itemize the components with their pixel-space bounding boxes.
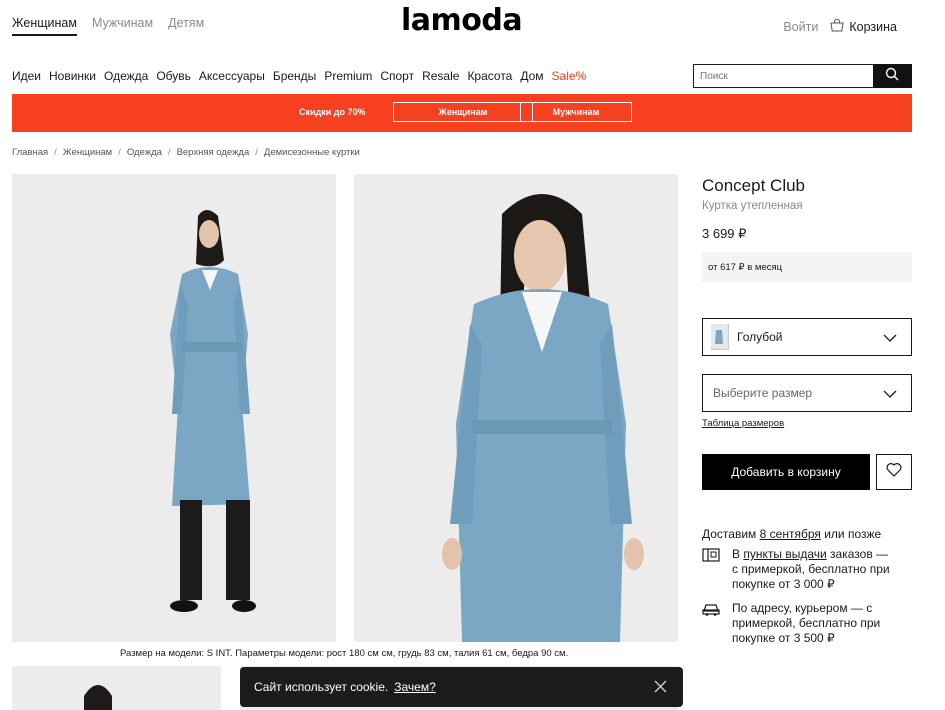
cookie-why-link[interactable]: Зачем? <box>394 680 436 694</box>
product-type: Куртка утепленная <box>702 200 803 212</box>
size-select-placeholder: Выберите размер <box>713 386 813 400</box>
logo[interactable]: lamoda <box>401 3 523 38</box>
nav-item-shoes[interactable]: Обувь <box>156 69 191 83</box>
nav-item-sale[interactable]: Sale% <box>552 69 587 83</box>
product-brand[interactable]: Concept Club <box>702 176 805 196</box>
nav-item-new[interactable]: Новинки <box>49 69 96 83</box>
user-links: Войти Корзина <box>783 18 897 35</box>
breadcrumb-home[interactable]: Главная <box>12 147 48 158</box>
pickup-points-link[interactable]: пункты выдачи <box>743 547 826 561</box>
delivery-date-link[interactable]: 8 сентября <box>760 527 821 541</box>
delivery-date: Доставим 8 сентября или позже <box>702 527 881 541</box>
delivery-courier: По адресу, курьером — с примеркой, беспл… <box>702 601 897 646</box>
login-link[interactable]: Войти <box>783 20 818 34</box>
breadcrumb-jackets[interactable]: Демисезонные куртки <box>264 147 360 158</box>
tab-kids[interactable]: Детям <box>168 16 204 36</box>
nav-item-premium[interactable]: Premium <box>324 69 372 83</box>
nav-item-home[interactable]: Дом <box>520 69 543 83</box>
product-price: 3 699 ₽ <box>702 226 747 241</box>
promo-men-button[interactable]: Мужчинам <box>520 102 632 122</box>
search-bar <box>693 64 912 88</box>
chevron-down-icon <box>883 331 897 345</box>
courier-car-icon <box>702 602 720 616</box>
size-table-link[interactable]: Таблица размеров <box>702 418 784 429</box>
pickup-point-icon <box>702 548 720 562</box>
product-photo-closeup[interactable] <box>354 174 678 642</box>
color-select-value: Голубой <box>737 330 783 344</box>
model-size-note: Размер на модели: S INT. Параметры модел… <box>120 648 569 659</box>
chevron-down-icon <box>883 387 897 401</box>
size-select[interactable]: Выберите размер <box>702 374 912 412</box>
breadcrumb-separator: / <box>54 147 57 158</box>
cart-link[interactable]: Корзина <box>830 18 897 35</box>
nav-item-resale[interactable]: Resale <box>422 69 459 83</box>
add-to-cart-button[interactable]: Добавить в корзину <box>702 454 870 490</box>
color-swatch-thumbnail <box>711 324 729 350</box>
product-photo-full[interactable] <box>12 174 336 642</box>
search-icon <box>885 67 899 86</box>
promo-women-button[interactable]: Женщинам <box>393 102 533 122</box>
cookie-banner: Сайт использует cookie. Зачем? <box>240 667 683 707</box>
promo-text: Скидки до 70% <box>299 107 366 117</box>
nav-item-sport[interactable]: Спорт <box>380 69 414 83</box>
breadcrumb-separator: / <box>167 147 171 158</box>
nav-item-beauty[interactable]: Красота <box>467 69 512 83</box>
close-icon[interactable] <box>654 680 667 696</box>
product-photo-thumbnail[interactable] <box>12 666 221 710</box>
breadcrumb-clothes[interactable]: Одежда <box>127 147 162 158</box>
nav-item-clothes[interactable]: Одежда <box>104 69 148 83</box>
top-bar: Женщинам Мужчинам Детям lamoda Войти Кор… <box>0 0 945 50</box>
cart-label: Корзина <box>849 20 897 34</box>
pickup-pre: В <box>732 547 741 561</box>
cookie-text: Сайт использует cookie. <box>254 680 389 694</box>
delivery-pickup: В пункты выдачи заказов — с примеркой, б… <box>702 547 897 592</box>
breadcrumb-separator: / <box>118 147 121 158</box>
search-button[interactable] <box>872 64 912 88</box>
category-nav: Идеи Новинки Одежда Обувь Аксессуары Бре… <box>12 69 586 83</box>
favorite-button[interactable] <box>876 454 912 490</box>
nav-item-ideas[interactable]: Идеи <box>12 69 41 83</box>
breadcrumb-women[interactable]: Женщинам <box>63 147 112 158</box>
breadcrumb-separator: / <box>255 147 258 158</box>
cart-icon <box>830 18 844 35</box>
color-select[interactable]: Голубой <box>702 318 912 356</box>
installment-info[interactable]: от 617 ₽ в месяц <box>702 252 912 282</box>
heart-icon <box>886 462 902 482</box>
nav-item-brands[interactable]: Бренды <box>273 69 316 83</box>
gender-tabs: Женщинам Мужчинам Детям <box>12 16 204 36</box>
nav-item-accessories[interactable]: Аксессуары <box>199 69 265 83</box>
delivery-head-post: или позже <box>824 527 882 541</box>
courier-text: По адресу, курьером — с примеркой, беспл… <box>732 601 881 645</box>
search-input[interactable] <box>693 64 873 88</box>
tab-men[interactable]: Мужчинам <box>92 16 153 36</box>
breadcrumb-outerwear[interactable]: Верхняя одежда <box>177 147 250 158</box>
tab-women[interactable]: Женщинам <box>12 16 77 36</box>
delivery-head-pre: Доставим <box>702 527 757 541</box>
breadcrumb: Главная / Женщинам / Одежда / Верхняя одежд… <box>12 147 360 158</box>
promo-banner: Скидки до 70% Женщинам Мужчинам <box>12 94 912 132</box>
